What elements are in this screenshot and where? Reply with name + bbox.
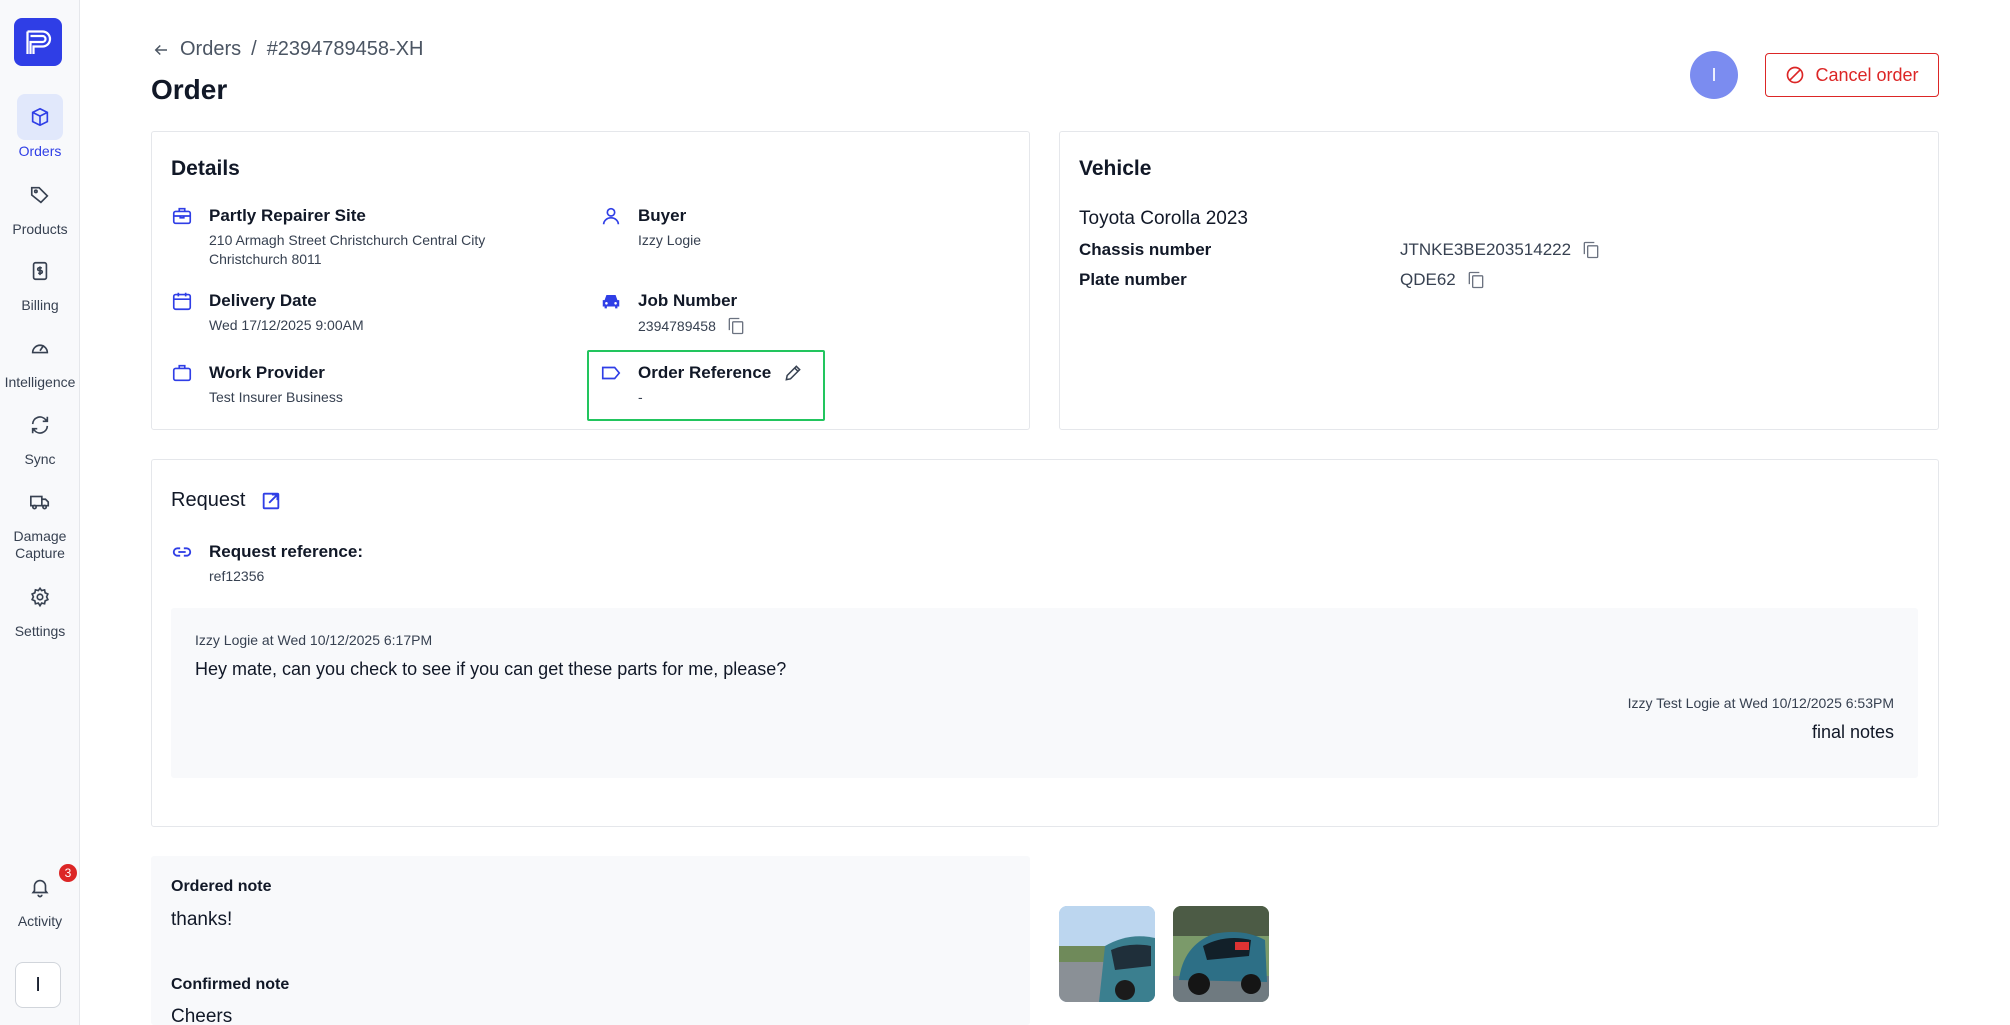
sidebar-item-settings[interactable]: Settings — [0, 574, 80, 640]
ordered-note-text: thanks! — [171, 909, 233, 930]
car-photo-image — [1059, 906, 1155, 1002]
car-icon — [602, 295, 620, 309]
sidebar-item-label: Orders — [18, 143, 62, 159]
arrow-left-icon[interactable] — [152, 41, 170, 59]
request-ref-value: ref12356 — [209, 568, 265, 584]
bell-icon — [31, 879, 49, 898]
sidebar-item-activity[interactable]: 3 Activity — [0, 864, 80, 930]
request-notes-box: Izzy Logie at Wed 10/12/2025 6:17PM Hey … — [171, 608, 1918, 778]
sidebar-item-products[interactable]: Products — [0, 172, 80, 238]
provider-value: Test Insurer Business — [209, 389, 343, 405]
sync-icon — [31, 416, 49, 434]
truck-icon — [30, 495, 50, 510]
job-value: 2394789458 — [638, 317, 716, 334]
logo-icon — [26, 30, 52, 54]
details-title: Details — [171, 157, 240, 180]
tag-icon — [30, 186, 49, 204]
field-work-provider: Work Provider Test Insurer Business — [171, 362, 343, 407]
sidebar-item-sync[interactable]: Sync — [0, 402, 80, 468]
plate-value: QDE62 — [1400, 270, 1456, 289]
avatar[interactable]: I — [1690, 51, 1738, 99]
copy-icon[interactable] — [726, 316, 746, 336]
gear-icon — [31, 586, 49, 608]
sidebar-item-label: Sync — [24, 451, 56, 467]
copy-icon[interactable] — [1466, 270, 1486, 290]
attachment-thumbnail[interactable] — [1059, 906, 1155, 1002]
sidebar-item-orders[interactable]: Orders — [0, 94, 80, 160]
briefcase-tools-icon — [172, 207, 192, 225]
note-meta: Izzy Logie at Wed 10/12/2025 6:17PM — [195, 632, 433, 648]
request-title-text: Request — [171, 489, 246, 511]
buyer-value: Izzy Logie — [638, 232, 702, 248]
page-title: Order — [151, 74, 228, 105]
copy-icon[interactable] — [1581, 240, 1601, 260]
chassis-row: JTNKE3BE203514222 — [1400, 240, 1601, 260]
prohibited-icon — [1787, 66, 1804, 84]
plate-label: Plate number — [1079, 270, 1187, 289]
field-site: Partly Repairer Site 210 Armagh Street C… — [171, 205, 571, 269]
user-menu-button[interactable]: I — [15, 962, 61, 1008]
field-order-reference[interactable]: Order Reference - — [600, 362, 803, 407]
confirmed-note-text: Cheers — [171, 1006, 233, 1025]
attachment-thumbnail[interactable] — [1173, 906, 1269, 1002]
sidebar: Orders Products Billing Intelligence Syn… — [0, 0, 80, 1025]
external-link-icon[interactable] — [260, 490, 282, 512]
plate-row: QDE62 — [1400, 270, 1486, 290]
chassis-label: Chassis number — [1079, 240, 1212, 259]
note-meta: Izzy Test Logie at Wed 10/12/2025 6:53PM — [1627, 695, 1894, 711]
delivery-value: Wed 17/12/2025 9:00AM — [209, 317, 364, 333]
note-text: final notes — [1811, 722, 1894, 742]
breadcrumb-orders-link[interactable]: Orders — [180, 38, 241, 61]
site-address-2: Christchurch 8011 — [209, 251, 322, 267]
dollar-doc-icon — [32, 261, 48, 281]
breadcrumb-current: #2394789458-XH — [266, 38, 424, 60]
gauge-icon — [31, 344, 49, 354]
sidebar-item-label: Settings — [14, 623, 66, 639]
request-title: Request — [171, 489, 282, 512]
sidebar-item-damage-capture[interactable]: Damage Capture — [0, 479, 80, 562]
calendar-icon — [172, 292, 192, 311]
sidebar-item-label: Activity — [17, 913, 63, 929]
order-notes-panel: Ordered note thanks! Confirmed note Chee… — [151, 856, 1030, 1025]
briefcase-icon — [172, 364, 192, 382]
ref-label: Order Reference — [638, 363, 772, 382]
job-label: Job Number — [638, 291, 738, 310]
buyer-label: Buyer — [638, 206, 687, 225]
vehicle-title: Vehicle — [1079, 157, 1152, 180]
user-icon — [602, 207, 620, 225]
label-tag-icon — [601, 366, 621, 380]
ordered-note-label: Ordered note — [171, 878, 272, 895]
note-text: Hey mate, can you check to see if you ca… — [195, 659, 787, 679]
sidebar-item-label: Products — [12, 221, 68, 237]
vehicle-card — [1059, 131, 1939, 430]
box-icon — [31, 107, 49, 127]
delivery-label: Delivery Date — [209, 291, 317, 310]
car-photo-image — [1173, 906, 1269, 1002]
field-buyer: Buyer Izzy Logie — [600, 205, 701, 250]
chassis-value: JTNKE3BE203514222 — [1400, 240, 1572, 259]
field-delivery-date: Delivery Date Wed 17/12/2025 9:00AM — [171, 290, 364, 335]
cancel-order-button[interactable]: Cancel order — [1765, 53, 1939, 97]
provider-label: Work Provider — [209, 363, 325, 382]
field-job-number: Job Number 2394789458 — [600, 290, 746, 336]
pencil-icon[interactable] — [783, 363, 803, 383]
sidebar-item-label: Damage Capture — [13, 528, 67, 561]
cancel-order-label: Cancel order — [1815, 64, 1919, 85]
sidebar-item-intelligence[interactable]: Intelligence — [0, 325, 80, 391]
site-label: Partly Repairer Site — [209, 206, 366, 225]
field-request-reference: Request reference: ref12356 — [171, 541, 363, 586]
site-address-1: 210 Armagh Street Christchurch Central C… — [209, 232, 486, 248]
link-icon — [172, 547, 192, 557]
vehicle-name: Toyota Corolla 2023 — [1079, 208, 1248, 229]
confirmed-note-label: Confirmed note — [171, 976, 290, 993]
notification-badge: 3 — [59, 864, 77, 882]
partly-logo[interactable] — [14, 18, 62, 66]
sidebar-item-label: Intelligence — [4, 374, 76, 390]
request-ref-label: Request reference: — [209, 542, 364, 561]
breadcrumb: Orders / #2394789458-XH — [152, 38, 423, 61]
breadcrumb-separator: / — [251, 38, 257, 60]
ref-value: - — [638, 389, 643, 405]
sidebar-item-label: Billing — [21, 297, 59, 313]
sidebar-item-billing[interactable]: Billing — [0, 248, 80, 314]
